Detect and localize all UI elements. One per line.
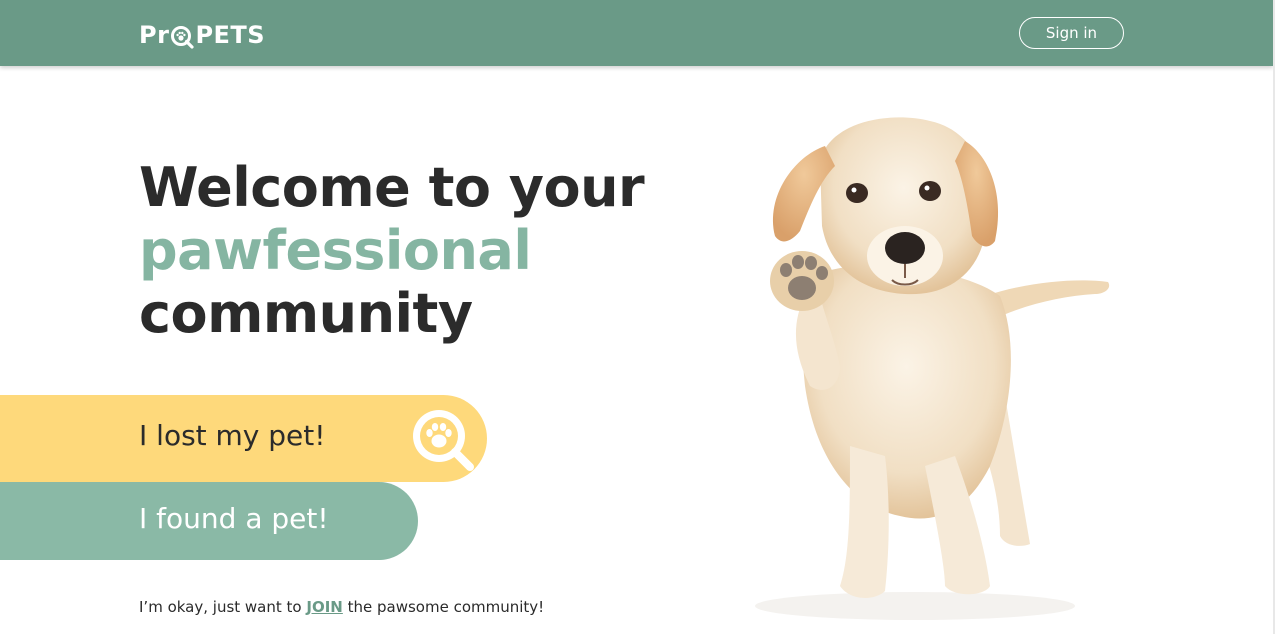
found-pet-button[interactable]: I found a pet! [0,482,418,560]
join-link[interactable]: JOIN [306,598,342,616]
hero-line-3: community [139,282,473,345]
found-pet-label: I found a pet! [139,502,329,535]
puppy-image [755,117,1110,620]
magnifier-paw-icon [171,26,195,49]
top-navbar: Pr PETS Sign in [0,0,1273,66]
lost-pet-label: I lost my pet! [139,419,326,452]
logo-text-left: Pr [139,21,170,49]
magnifier-paw-icon [413,410,474,471]
hero-headline: Welcome to your pawfessional community [139,156,645,345]
join-prefix: I’m okay, just want to [139,598,302,616]
join-prompt: I’m okay, just want to JOIN the pawsome … [139,598,544,616]
hero-line-1: Welcome to your [139,156,645,219]
sign-in-button[interactable]: Sign in [1019,17,1124,49]
lost-pet-button[interactable]: I lost my pet! [0,395,487,482]
propets-logo[interactable]: Pr PETS [139,18,265,52]
hero-line-2-accent: pawfessional [139,219,532,282]
join-suffix: the pawsome community! [347,598,545,616]
logo-text-right: PETS [195,21,266,49]
